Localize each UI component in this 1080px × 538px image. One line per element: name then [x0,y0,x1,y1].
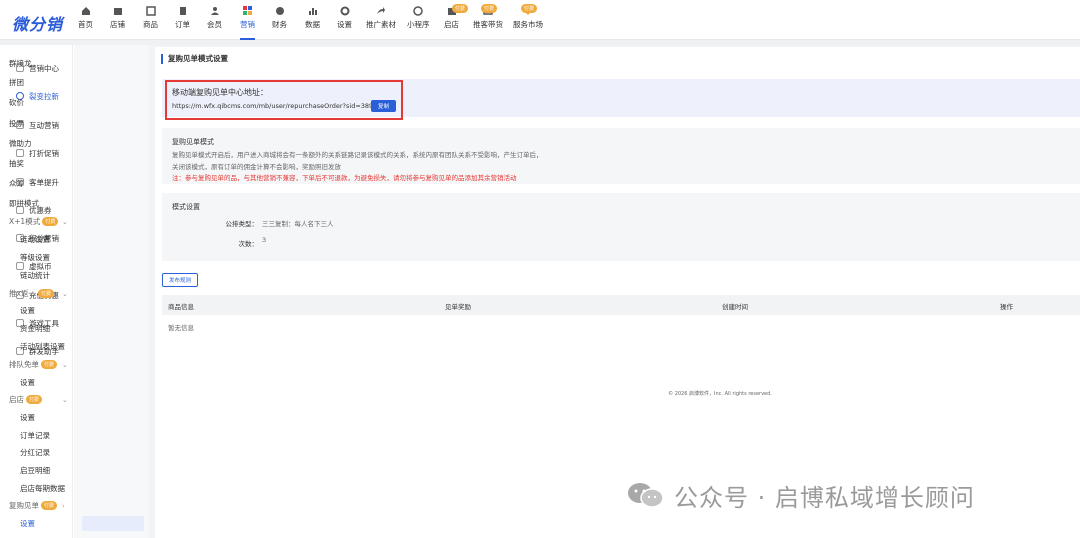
table-header [162,295,1080,315]
copyright-text: © 2026 启博软件，Inc. All rights reserved. [668,391,772,397]
sidebar-item-vote[interactable]: 投票 [9,117,24,130]
paid-badge: 付费 [41,501,58,510]
sidebar-item-order-records[interactable]: 订单记录 [20,429,50,442]
sidebar-item-group-buy-chain[interactable]: 群接龙 [9,57,32,70]
url-title: 移动端复购见单中心地址： [172,88,268,97]
goods-icon [145,6,156,16]
nav-data[interactable]: 数据 [305,6,320,36]
paid-badge: 付费 [521,4,538,13]
queue-type-value: 三三复制：每人名下三人 [262,220,334,228]
warning-text: 注：参与复购见单的品，与其他营销不兼容，下单后不可退款，为避免损失，请勿将参与复… [172,174,517,182]
nav-marketing[interactable]: 营销 [240,6,255,40]
paid-badge: 付费 [42,217,59,226]
sidebar-item-lottery[interactable]: 抽奖 [9,157,24,170]
description-line: 关闭该模式，原有订单的佣金计算不会影响，奖励照旧发放 [172,163,341,171]
chevron-down-icon: ⌄ [62,360,68,369]
paid-badge: 付费 [26,395,43,404]
publish-rule-button[interactable]: 发布规则 [162,273,198,287]
nav-home[interactable]: 首页 [78,6,93,36]
chevron-down-icon: ⌄ [62,289,68,298]
nav-settings[interactable]: 设置 [337,6,352,36]
finance-icon [275,7,284,15]
sidebar-item-micro-help[interactable]: 微助力 [9,137,32,150]
sidebar-item-activity-list-settings[interactable]: 活动列表设置 [20,340,65,353]
queue-type-label: 公排类型： [225,220,259,228]
sidebar-group-refer-refund[interactable]: 推x返一 付费 ⌄ [9,287,68,300]
count-value: 3 [262,236,267,244]
column-header-actions: 操作 [1000,303,1013,311]
marketing-icon [242,6,252,15]
paid-badge: 付费 [452,4,469,13]
secondary-sidebar-selection [82,516,144,531]
wechat-icon [628,483,664,508]
sidebar-item-settings[interactable]: 设置 [20,304,35,317]
highlight-frame [165,80,403,120]
copy-button[interactable]: 复制 [371,100,396,112]
column-header-reward: 见单奖励 [445,303,471,311]
paid-badge: 付费 [41,360,58,369]
sidebar-group-queue-free[interactable]: 排队免单 付费 ⌄ [9,358,68,371]
chevron-down-icon: ⌄ [62,395,68,404]
mobile-url-text: https://m.wfx.qibcms.com/mb/user/repurch… [172,102,378,110]
home-icon [81,7,90,15]
paid-badge: 付费 [37,289,54,298]
sidebar-group-repurchase[interactable]: 复购见单 付费 › [9,499,65,512]
discount-icon [16,149,24,157]
nav-store[interactable]: 付费 启店 [444,4,469,36]
sidebar-item-chain-settings[interactable]: 链动设置 [20,233,50,246]
sidebar-item-instant-group[interactable]: 即拼模式 [9,197,39,210]
secondary-sidebar [74,45,149,538]
count-label: 次数： [238,240,259,248]
order-icon [179,7,186,15]
nav-shop[interactable]: 店铺 [110,6,125,36]
nav-service-market[interactable]: 付费 服务市场 [513,4,543,36]
nav-goods[interactable]: 商品 [143,6,158,36]
chevron-down-icon: ⌄ [62,217,68,226]
empty-state: 暂无信息 [168,324,194,332]
watermark: 公众号 · 启博私域增长顾问 [626,478,975,512]
watermark-text: 公众号 · 启博私域增长顾问 [674,483,975,512]
sidebar-group-x-plus-one[interactable]: X+1模式 付费 ⌄ [9,215,68,228]
sidebar-item-settings-active[interactable]: 设置 [20,517,35,530]
paid-badge: 付费 [481,4,498,13]
sidebar-item-crowdfunding[interactable]: 众筹 [9,177,24,190]
sidebar-group-store[interactable]: 启店 付费 ⌄ [9,393,68,406]
sidebar-item-level-settings[interactable]: 等级设置 [20,251,50,264]
main-card [155,47,1080,538]
share-icon [377,7,385,14]
nav-order[interactable]: 订单 [175,6,190,36]
sidebar-item-bean-details[interactable]: 启豆明细 [20,464,50,477]
sidebar-item-dividend-records[interactable]: 分红记录 [20,446,50,459]
miniprogram-icon [413,6,423,16]
sidebar-item-bargain[interactable]: 砍价 [9,96,24,109]
description-line: 复购见单模式开启后，用户进入商城将会有一条额外的关系链路记录该模式的关系，系统内… [172,151,543,159]
sidebar-item-group-buy[interactable]: 拼团 [9,76,24,89]
sidebar-item-settings[interactable]: 设置 [20,411,35,424]
sidebar-item-chain-stats[interactable]: 链动统计 [20,269,50,282]
nav-finance[interactable]: 财务 [272,6,287,36]
page-title: 复购见单模式设置 [161,54,228,64]
chevron-right-icon: › [62,501,65,510]
sidebar-item-fund-details[interactable]: 资金明细 [20,322,50,335]
nav-promotion-material[interactable]: 推广素材 [366,6,396,36]
sidebar-item-store-period-data[interactable]: 启店每期数据 [20,482,65,495]
nav-member[interactable]: 会员 [207,6,222,36]
brand-logo: 微分销 [12,15,64,34]
nav-promoter-sales[interactable]: 付费 推客带货 [473,4,503,36]
data-icon [308,8,317,15]
settings-icon [340,6,349,16]
mode-title: 模式设置 [172,203,200,211]
column-header-created: 创建时间 [722,303,748,311]
column-header-goods: 商品信息 [168,303,194,311]
shop-icon [113,8,122,15]
nav-miniprogram[interactable]: 小程序 [407,6,430,36]
member-icon [210,7,219,15]
description-title: 复购见单模式 [172,138,214,146]
sidebar-item-settings[interactable]: 设置 [20,376,35,389]
